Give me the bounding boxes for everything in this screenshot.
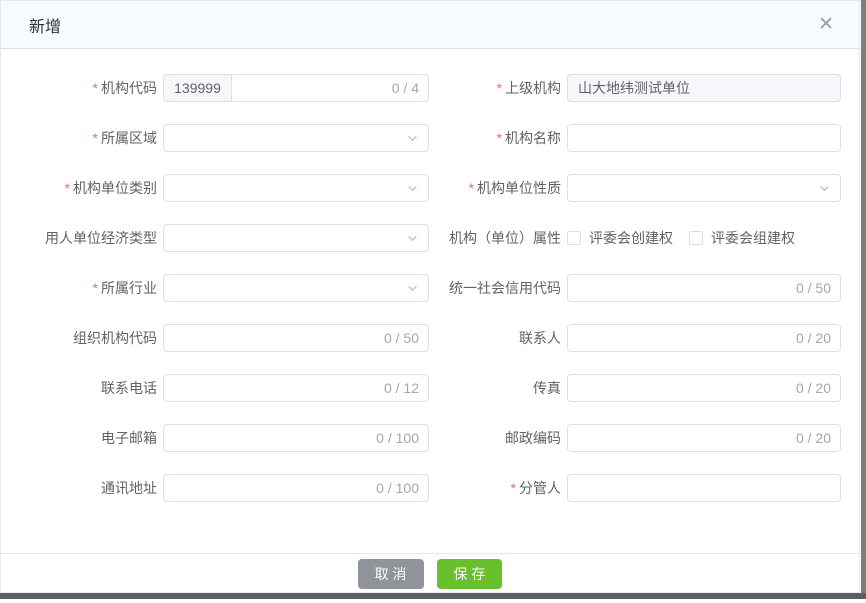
person-in-charge-input[interactable] <box>567 474 841 502</box>
char-counter: 0 / 12 <box>384 380 428 396</box>
contact-person-input[interactable]: 0 / 20 <box>567 324 841 352</box>
screen: 新增 ✕ *机构代码 139999 0 / 4 *上级机构 山大地纬测试单位 *… <box>0 0 866 603</box>
dialog-footer: 取 消 保 存 <box>1 554 859 589</box>
org-structure-code-input[interactable]: 0 / 50 <box>163 324 429 352</box>
cancel-button[interactable]: 取 消 <box>358 559 424 589</box>
field-label-org-structure-code: 组织机构代码 <box>1 328 163 348</box>
checkbox-label: 评委会创建权 <box>589 228 673 248</box>
field-label-mailing-address: 通讯地址 <box>1 478 163 498</box>
dialog-title: 新增 <box>29 13 61 37</box>
org-code-prefix: 139999 <box>164 75 232 101</box>
field-label-fax: 传真 <box>429 378 567 398</box>
field-label-industry: *所属行业 <box>1 278 163 298</box>
required-asterisk: * <box>93 130 98 146</box>
field-label-contact-phone: 联系电话 <box>1 378 163 398</box>
dialog-header: 新增 ✕ <box>1 1 859 49</box>
field-label-email: 电子邮箱 <box>1 428 163 448</box>
window-edge-bottom <box>0 593 866 599</box>
mailing-address-input[interactable]: 0 / 100 <box>163 474 429 502</box>
checkbox-jury-create-right[interactable]: 评委会创建权 <box>567 228 673 248</box>
char-counter: 0 / 20 <box>796 380 840 396</box>
save-button[interactable]: 保 存 <box>437 559 503 589</box>
org-name-input[interactable] <box>567 124 841 152</box>
required-asterisk: * <box>65 180 70 196</box>
required-asterisk: * <box>497 80 502 96</box>
field-label-parent-org: *上级机构 <box>429 78 567 98</box>
field-label-person-in-charge: *分管人 <box>429 478 567 498</box>
char-counter: 0 / 50 <box>384 330 428 346</box>
org-code-input[interactable]: 139999 0 / 4 <box>163 74 429 102</box>
checkbox-icon <box>689 231 703 245</box>
char-counter: 0 / 100 <box>376 480 428 496</box>
field-label-contact-person: 联系人 <box>429 328 567 348</box>
window-edge-right <box>861 0 866 599</box>
field-label-region: *所属区域 <box>1 128 163 148</box>
email-input[interactable]: 0 / 100 <box>163 424 429 452</box>
required-asterisk: * <box>511 480 516 496</box>
chevron-down-icon <box>818 182 831 195</box>
field-label-employer-economic-type: 用人单位经济类型 <box>1 228 163 248</box>
org-unit-category-select[interactable] <box>163 174 429 202</box>
unified-social-credit-code-input[interactable]: 0 / 50 <box>567 274 841 302</box>
org-unit-attribute-group: 评委会创建权 评委会组建权 <box>567 224 841 252</box>
postal-code-input[interactable]: 0 / 20 <box>567 424 841 452</box>
char-counter: 0 / 20 <box>796 430 840 446</box>
org-unit-nature-select[interactable] <box>567 174 841 202</box>
chevron-down-icon <box>406 232 419 245</box>
checkbox-label: 评委会组建权 <box>711 228 795 248</box>
fax-input[interactable]: 0 / 20 <box>567 374 841 402</box>
required-asterisk: * <box>469 180 474 196</box>
field-label-org-unit-nature: *机构单位性质 <box>429 178 567 198</box>
checkbox-icon <box>567 231 581 245</box>
chevron-down-icon <box>406 282 419 295</box>
field-label-unified-social-credit-code: 统一社会信用代码 <box>429 278 567 298</box>
contact-phone-input[interactable]: 0 / 12 <box>163 374 429 402</box>
industry-select[interactable] <box>163 274 429 302</box>
char-counter: 0 / 50 <box>796 280 840 296</box>
dialog-body: *机构代码 139999 0 / 4 *上级机构 山大地纬测试单位 *所属区域 … <box>1 49 859 589</box>
field-label-org-code: *机构代码 <box>1 78 163 98</box>
char-counter: 0 / 100 <box>376 430 428 446</box>
field-label-postal-code: 邮政编码 <box>429 428 567 448</box>
char-counter: 0 / 20 <box>796 330 840 346</box>
char-counter: 0 / 4 <box>392 80 428 96</box>
form-grid: *机构代码 139999 0 / 4 *上级机构 山大地纬测试单位 *所属区域 … <box>1 74 859 502</box>
dialog-new-organization: 新增 ✕ *机构代码 139999 0 / 4 *上级机构 山大地纬测试单位 *… <box>0 0 860 593</box>
checkbox-jury-form-right[interactable]: 评委会组建权 <box>689 228 795 248</box>
field-label-org-unit-category: *机构单位类别 <box>1 178 163 198</box>
field-label-org-name: *机构名称 <box>429 128 567 148</box>
field-label-org-unit-attribute: 机构（单位）属性 <box>429 228 567 248</box>
chevron-down-icon <box>406 182 419 195</box>
employer-economic-type-select[interactable] <box>163 224 429 252</box>
parent-org-input: 山大地纬测试单位 <box>567 74 841 102</box>
required-asterisk: * <box>497 130 502 146</box>
required-asterisk: * <box>93 280 98 296</box>
required-asterisk: * <box>93 80 98 96</box>
close-icon[interactable]: ✕ <box>818 15 834 34</box>
region-select[interactable] <box>163 124 429 152</box>
chevron-down-icon <box>406 132 419 145</box>
parent-org-value: 山大地纬测试单位 <box>568 78 690 98</box>
